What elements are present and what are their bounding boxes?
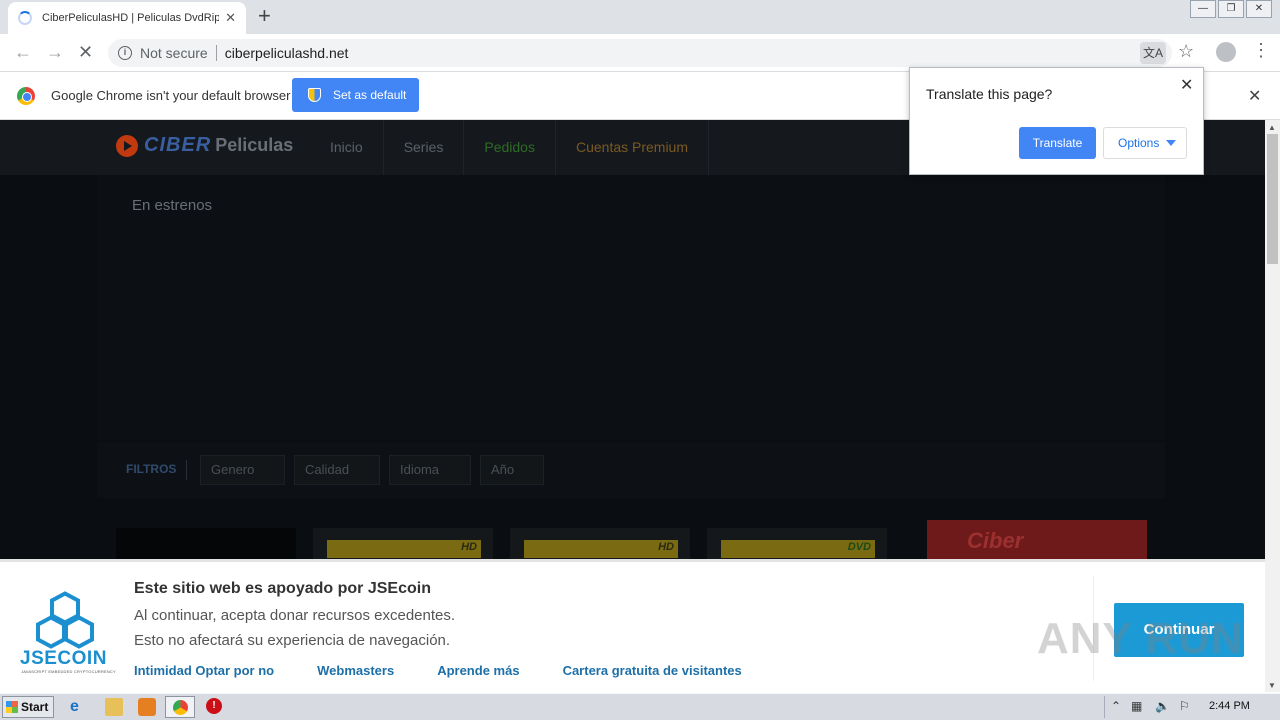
close-window-button[interactable]: ✕ — [1246, 0, 1272, 18]
filter-idioma[interactable]: Idioma — [389, 455, 471, 485]
tab-close-icon[interactable]: ✕ — [225, 10, 236, 26]
quality-badge: HD — [658, 541, 674, 553]
info-icon[interactable]: i — [118, 46, 132, 60]
new-tab-button[interactable]: + — [258, 5, 271, 27]
browser-tab[interactable]: CiberPeliculasHD | Peliculas DvdRip 7 ✕ — [8, 2, 246, 34]
options-dropdown[interactable]: Options — [1103, 127, 1187, 159]
logo-text-peliculas: Peliculas — [215, 135, 294, 155]
jsecoin-line-1: Al continuar, acepta donar recursos exce… — [134, 607, 456, 624]
quality-badge: DVD — [847, 541, 871, 553]
nav-item-inicio[interactable]: Inicio — [310, 120, 384, 175]
estrenos-section: En estrenos — [97, 175, 1165, 440]
filters-divider — [186, 460, 187, 480]
ad-banner[interactable]: Ciber — [927, 520, 1147, 560]
media-player-icon[interactable] — [138, 698, 156, 716]
site-nav-menu: Inicio Series Pedidos Cuentas Premium — [310, 120, 710, 175]
system-tray: ⌃ ▦ 🔈 ⚐ — [1104, 696, 1280, 718]
set-as-default-label: Set as default — [333, 88, 407, 102]
action-center-flag-icon[interactable]: ⚐ — [1179, 699, 1190, 713]
link-free-wallet[interactable]: Cartera gratuita de visitantes — [563, 663, 742, 678]
jsecoin-title: Este sitio web es apoyado por JSEcoin — [134, 580, 431, 597]
scroll-up-icon[interactable]: ▲ — [1268, 123, 1276, 132]
back-icon[interactable]: ← — [14, 42, 32, 63]
options-label: Options — [1118, 136, 1160, 150]
infobar-message: Google Chrome isn't your default browser — [51, 88, 291, 103]
translate-icon[interactable]: 文A — [1140, 42, 1166, 64]
jsecoin-line-2: Esto no afectará su experiencia de naveg… — [134, 632, 451, 649]
url-text[interactable]: ciberpeliculashd.net — [225, 45, 349, 61]
web-page: CIBER Peliculas Inicio Series Pedidos Cu… — [0, 120, 1265, 560]
uac-shield-icon — [308, 88, 321, 102]
set-as-default-button[interactable]: Set as default — [292, 78, 419, 112]
nav-item-pedidos[interactable]: Pedidos — [464, 120, 556, 175]
movie-poster[interactable]: HD — [313, 528, 493, 560]
translate-popup-title: Translate this page? — [926, 86, 1053, 102]
anyrun-watermark: ANY RUN — [1037, 614, 1244, 663]
omnibox-separator — [215, 45, 217, 61]
clock: 2:44 PM — [1209, 700, 1250, 712]
infobar-close-icon[interactable]: ✕ — [1248, 86, 1261, 106]
window-controls: — ❐ ✕ — [1188, 0, 1272, 18]
jsecoin-logo-subtext: JAVASCRIPT EMBEDDED CRYPTOCURRENCY — [21, 669, 116, 674]
chevron-down-icon — [1166, 140, 1176, 146]
windows-flag-icon — [6, 701, 18, 713]
play-logo-icon — [116, 134, 138, 157]
windows-taskbar: Start e ! ⌃ ▦ 🔈 ⚐ 2:44 PM — [0, 693, 1280, 720]
loading-spinner-icon — [18, 11, 32, 25]
tray-expand-icon[interactable]: ⌃ — [1111, 699, 1121, 713]
translate-button[interactable]: Translate — [1019, 127, 1096, 159]
start-button[interactable]: Start — [2, 696, 54, 718]
network-icon[interactable]: ▦ — [1131, 699, 1142, 713]
filter-calidad[interactable]: Calidad — [294, 455, 380, 485]
poster-band — [327, 540, 481, 558]
filters-bar: FILTROS Genero Calidad Idioma Año — [97, 442, 1165, 498]
chrome-icon — [173, 700, 188, 715]
bookmark-star-icon[interactable]: ☆ — [1178, 41, 1194, 62]
movie-poster[interactable]: DVD — [707, 528, 887, 560]
address-bar[interactable]: i Not secure ciberpeliculashd.net — [108, 39, 1172, 67]
link-learn-more[interactable]: Aprende más — [437, 663, 519, 678]
volume-icon[interactable]: 🔈 — [1155, 699, 1170, 713]
scroll-thumb[interactable] — [1267, 134, 1278, 264]
chrome-logo-icon — [17, 87, 35, 105]
jsecoin-consent-bar: JSECOIN JAVASCRIPT EMBEDDED CRYPTOCURREN… — [0, 559, 1265, 692]
scroll-down-icon[interactable]: ▼ — [1268, 681, 1276, 690]
stop-loading-icon[interactable]: ✕ — [78, 42, 93, 63]
chrome-menu-icon[interactable]: ⋮ — [1252, 40, 1270, 61]
jsecoin-logo-text: JSECOIN — [20, 648, 107, 669]
chrome-taskbar-button[interactable] — [165, 696, 195, 718]
banner-text: Ciber — [967, 528, 1024, 553]
profile-avatar-icon[interactable] — [1216, 42, 1236, 62]
poster-band — [524, 540, 678, 558]
filter-genero[interactable]: Genero — [200, 455, 285, 485]
nav-item-series[interactable]: Series — [384, 120, 465, 175]
logo-text-ciber: CIBER — [144, 134, 212, 156]
movie-poster[interactable]: HD — [510, 528, 690, 560]
section-title: En estrenos — [132, 197, 213, 214]
opera-icon[interactable]: ! — [206, 698, 222, 714]
jsecoin-links: Intimidad Optar por no Webmasters Aprend… — [134, 663, 785, 678]
folder-icon[interactable] — [105, 698, 123, 716]
quality-badge: HD — [461, 541, 477, 553]
tab-title: CiberPeliculasHD | Peliculas DvdRip 7 — [42, 12, 220, 24]
start-label: Start — [21, 700, 49, 714]
translate-popup: Translate this page? ✕ Translate Options — [909, 67, 1204, 175]
nav-item-cuentas-premium[interactable]: Cuentas Premium — [556, 120, 710, 175]
security-label: Not secure — [140, 45, 208, 61]
page-scrollbar[interactable]: ▲ ▼ — [1265, 120, 1280, 692]
restore-button[interactable]: ❐ — [1218, 0, 1244, 18]
filter-ano[interactable]: Año — [480, 455, 544, 485]
translate-close-icon[interactable]: ✕ — [1180, 75, 1193, 95]
internet-explorer-icon[interactable]: e — [70, 698, 88, 716]
minimize-button[interactable]: — — [1190, 0, 1216, 18]
link-privacy-optout[interactable]: Intimidad Optar por no — [134, 663, 274, 678]
tab-strip: CiberPeliculasHD | Peliculas DvdRip 7 ✕ … — [0, 0, 1280, 34]
forward-icon[interactable]: → — [46, 42, 64, 63]
movie-poster[interactable] — [116, 528, 296, 560]
link-webmasters[interactable]: Webmasters — [317, 663, 394, 678]
filters-label: FILTROS — [126, 462, 177, 476]
site-logo[interactable]: CIBER Peliculas — [116, 134, 293, 157]
